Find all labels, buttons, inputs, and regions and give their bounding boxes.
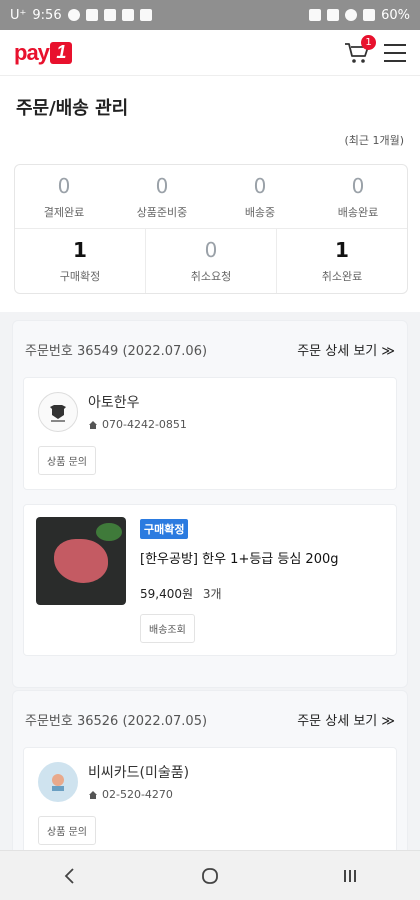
product-inquiry-button[interactable]: 상품 문의 <box>38 816 96 845</box>
mail-icon <box>103 9 116 21</box>
product-quantity: 3개 <box>202 587 222 601</box>
product-name[interactable]: [한우공방] 한우 1+등급 등심 200g <box>140 548 339 567</box>
back-button[interactable] <box>55 861 85 891</box>
signal-icon <box>363 9 376 21</box>
page-title: 주문/배송 관리 <box>16 98 129 119</box>
product-price: 59,400원 <box>140 587 194 601</box>
menu-line <box>384 51 406 54</box>
home-icon <box>89 420 97 429</box>
status-count: 1 <box>335 238 349 262</box>
period-label: (최근 1개월) <box>344 134 404 147</box>
art-logo-icon <box>52 774 64 791</box>
message-icon <box>67 9 80 21</box>
status-cancel-complete[interactable]: 1 취소완료 <box>276 229 407 293</box>
thumbnail-meat <box>54 539 108 583</box>
cart-button[interactable]: 1 <box>344 34 376 65</box>
seller-card: 아토한우 070-4242-0851 상품 문의 <box>23 377 397 490</box>
status-delivered[interactable]: 0 배송완료 <box>309 165 407 228</box>
order-status-summary: 0 결제완료 0 상품준비중 0 배송중 0 배송완료 1 구매확정 0 취소요… <box>14 164 408 294</box>
home-button[interactable] <box>195 861 225 891</box>
status-label: 배송완료 <box>337 205 379 219</box>
order-management-page: 주문/배송 관리 (최근 1개월) 0 결제완료 0 상품준비중 0 배송중 0… <box>0 76 420 850</box>
image-icon <box>139 9 152 21</box>
android-navigation-bar <box>0 850 420 900</box>
status-purchase-confirmed[interactable]: 1 구매확정 <box>15 229 145 293</box>
carrier-label: U⁺ <box>10 7 27 23</box>
menu-line <box>384 59 406 62</box>
chat-icon <box>85 9 98 21</box>
mute-icon <box>327 9 340 21</box>
order-detail-link[interactable]: 주문 상세 보기 ≫ <box>297 710 395 729</box>
status-preparing[interactable]: 0 상품준비중 <box>113 165 211 228</box>
product-inquiry-button[interactable]: 상품 문의 <box>38 446 96 475</box>
status-label: 배송중 <box>244 205 276 219</box>
status-count: 1 <box>73 238 87 262</box>
product-item: 구매확정 [한우공방] 한우 1+등급 등심 200g 59,400원 3개 배… <box>23 504 397 656</box>
status-payment-complete[interactable]: 0 결제완료 <box>15 165 113 228</box>
clock: 9:56 <box>32 7 62 23</box>
logo-text: pay <box>14 39 50 65</box>
recent-apps-icon <box>344 869 356 882</box>
status-tag: 구매확정 <box>140 519 189 539</box>
cart-badge: 1 <box>361 34 376 50</box>
status-count: 0 <box>351 173 365 198</box>
status-label: 상품준비중 <box>136 205 188 219</box>
seller-phone[interactable]: 070-4242-0851 <box>88 418 187 431</box>
order-detail-link[interactable]: 주문 상세 보기 ≫ <box>297 340 395 359</box>
battery-label: 60% <box>381 7 410 23</box>
hamburger-menu-button[interactable] <box>384 43 406 62</box>
phone-number: 02-520-4270 <box>102 788 173 801</box>
status-label: 취소완료 <box>321 270 363 283</box>
seller-phone[interactable]: 02-520-4270 <box>88 788 189 801</box>
pay-logo[interactable]: pay 1 <box>14 40 72 66</box>
status-cancel-requested[interactable]: 0 취소요청 <box>145 229 276 293</box>
status-label: 결제완료 <box>43 205 85 219</box>
order-card: 주문번호 36526 (2022.07.05) 주문 상세 보기 ≫ 비씨카드(… <box>12 690 408 850</box>
status-count: 0 <box>57 173 71 198</box>
status-shipping[interactable]: 0 배송중 <box>211 165 309 228</box>
track-delivery-button[interactable]: 배송조회 <box>140 614 195 643</box>
home-circle-icon <box>202 867 218 884</box>
seller-name: 비씨카드(미술품) <box>88 765 190 781</box>
order-number: 주문번호 36549 (2022.07.06) <box>25 343 208 359</box>
order-number: 주문번호 36526 (2022.07.05) <box>25 713 208 729</box>
status-bar: U⁺ 9:56 60% <box>0 0 420 30</box>
phone-number: 070-4242-0851 <box>102 418 187 431</box>
order-card: 주문번호 36549 (2022.07.06) 주문 상세 보기 ≫ 아토한우 … <box>12 320 408 688</box>
seller-card: 비씨카드(미술품) 02-520-4270 상품 문의 <box>23 747 397 850</box>
chevron-left-icon <box>64 867 74 884</box>
seller-name: 아토한우 <box>88 395 140 411</box>
status-count: 0 <box>253 173 267 198</box>
status-label: 취소요청 <box>190 270 232 283</box>
menu-line <box>384 43 406 46</box>
status-count: 0 <box>155 173 169 198</box>
cow-logo-icon <box>50 405 66 422</box>
home-icon <box>89 790 97 799</box>
status-label: 구매확정 <box>59 270 101 283</box>
app-header: pay 1 1 <box>0 30 420 76</box>
thumbnail-leaf <box>96 523 122 541</box>
recent-apps-button[interactable] <box>335 861 365 891</box>
seller-avatar <box>38 392 78 432</box>
alarm-icon <box>309 9 322 21</box>
wifi-icon <box>345 9 358 21</box>
product-thumbnail[interactable] <box>36 517 126 605</box>
logo-box: 1 <box>49 41 72 64</box>
seller-avatar <box>38 762 78 802</box>
status-count: 0 <box>204 238 218 262</box>
upload-icon <box>121 9 134 21</box>
